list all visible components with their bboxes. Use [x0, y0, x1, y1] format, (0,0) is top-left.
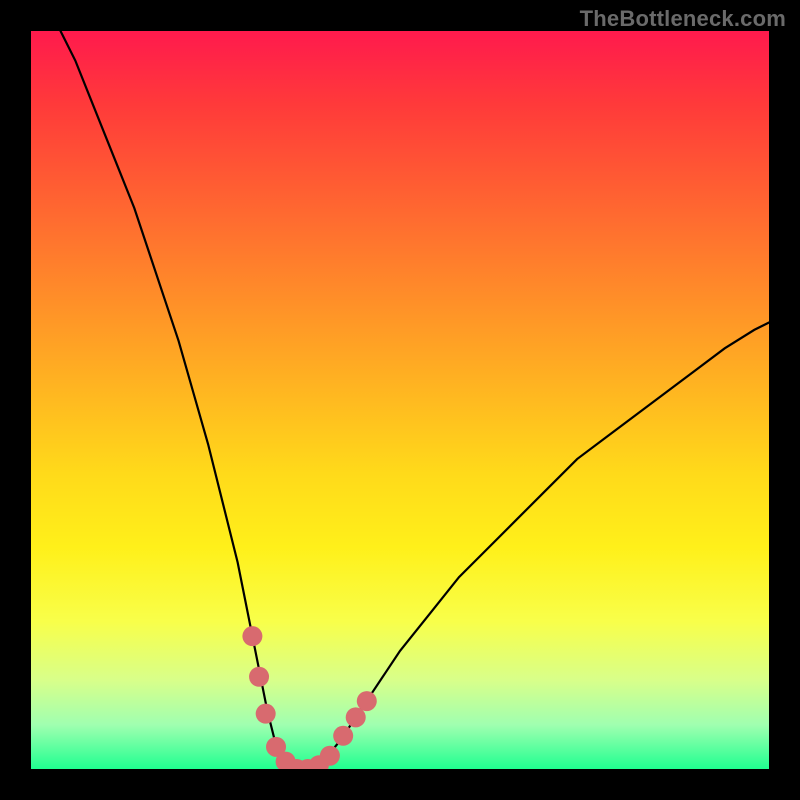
chart-canvas — [31, 31, 769, 769]
highlight-marker — [320, 746, 340, 766]
highlight-marker — [346, 707, 366, 727]
highlight-markers-group — [242, 626, 376, 769]
chart-svg — [31, 31, 769, 769]
highlight-marker — [249, 667, 269, 687]
highlight-marker — [242, 626, 262, 646]
watermark-text: TheBottleneck.com — [580, 6, 786, 32]
highlight-marker — [333, 726, 353, 746]
bottleneck-curve — [61, 31, 769, 769]
highlight-marker — [256, 704, 276, 724]
highlight-marker — [357, 691, 377, 711]
